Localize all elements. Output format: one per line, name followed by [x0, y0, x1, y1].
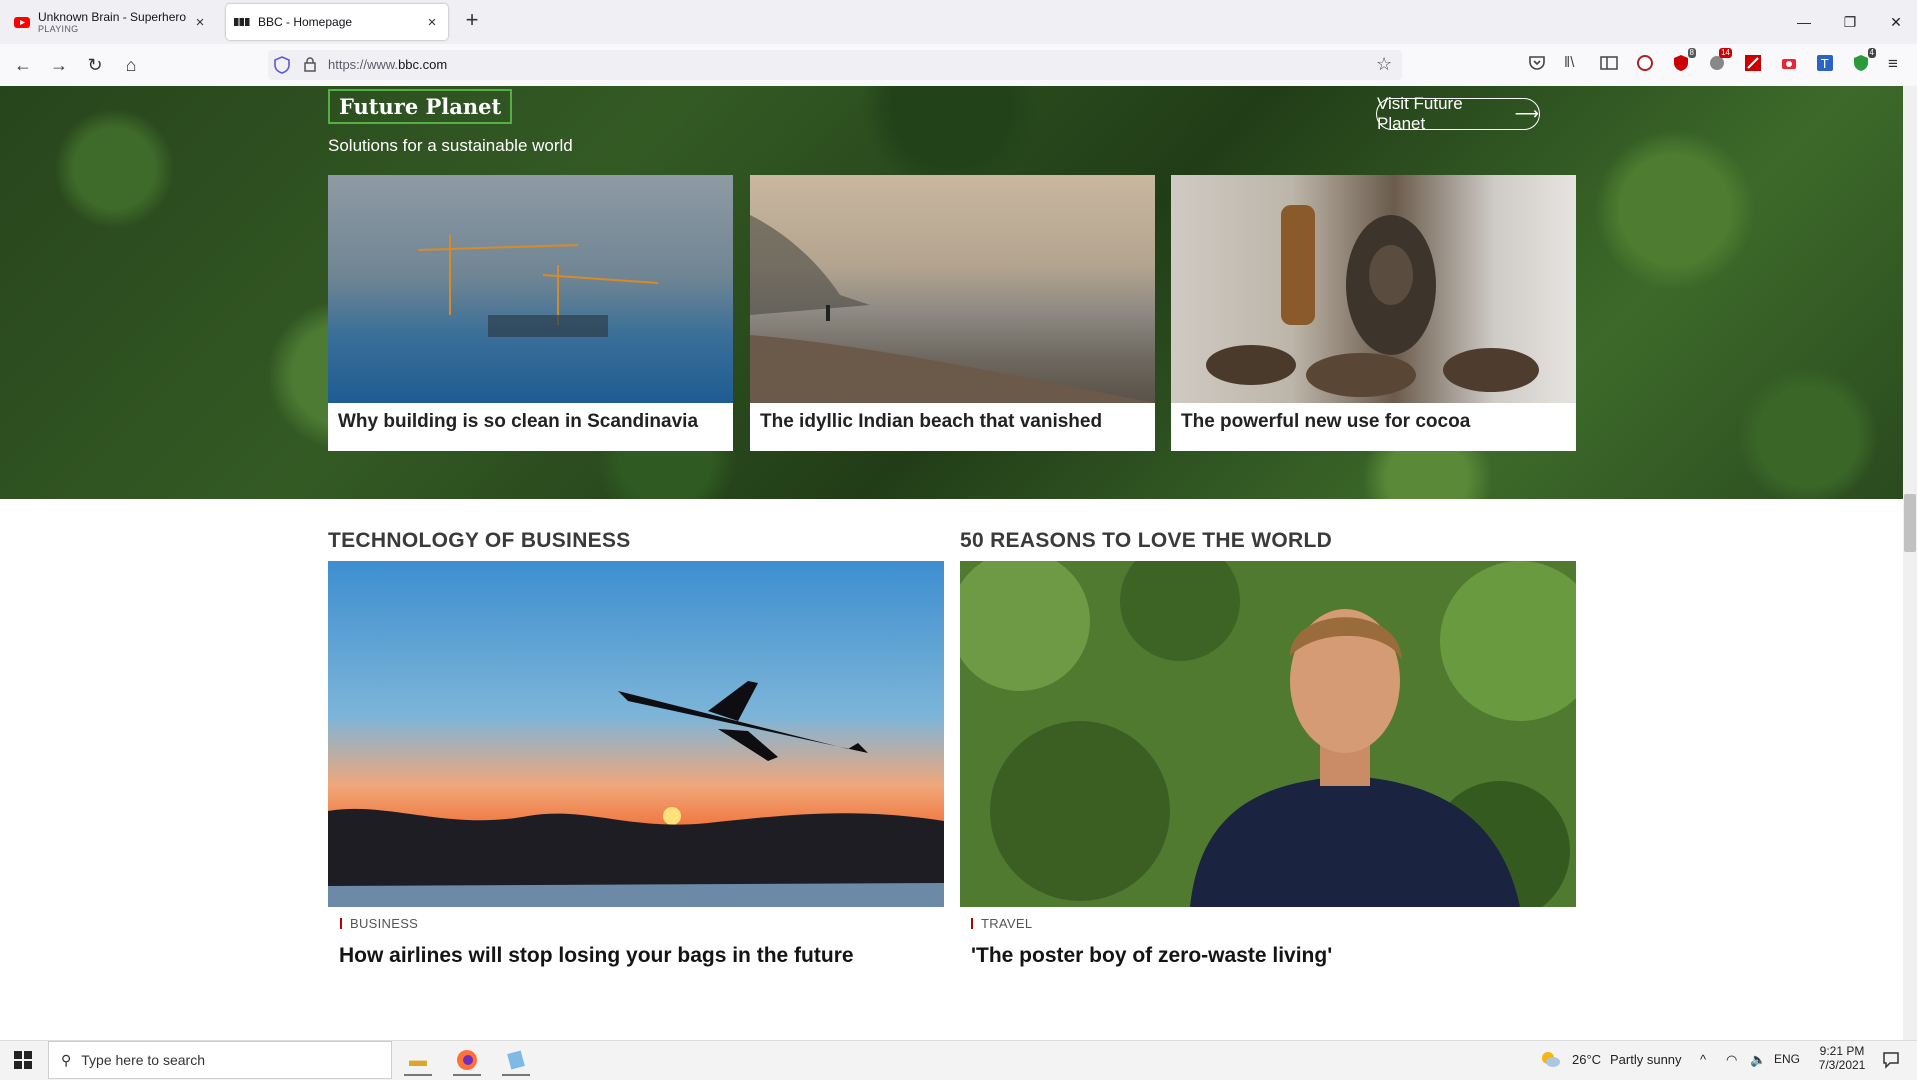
- active-indicator: [453, 1074, 481, 1076]
- restore-button[interactable]: ❐: [1838, 10, 1862, 34]
- airplane-sunset-image[interactable]: [328, 561, 944, 907]
- notepad-icon: [507, 1050, 525, 1070]
- clock-time: 9:21 PM: [1819, 1044, 1865, 1058]
- network-icon[interactable]: ◠: [1726, 1052, 1737, 1068]
- close-window-button[interactable]: ✕: [1884, 10, 1908, 34]
- scrollbar-thumb[interactable]: [1904, 494, 1916, 552]
- extension-pen-icon[interactable]: [1744, 54, 1762, 72]
- pocket-icon[interactable]: [1528, 54, 1546, 72]
- url-prefix: https://www.: [328, 57, 399, 72]
- tab-bbc[interactable]: BBC - Homepage ×: [226, 4, 448, 40]
- close-icon[interactable]: ×: [422, 14, 442, 31]
- future-planet-subtitle: Solutions for a sustainable world: [328, 136, 573, 155]
- notifications-icon[interactable]: [1882, 1051, 1900, 1074]
- bbc-icon: [234, 14, 250, 30]
- tag-marker: [340, 918, 342, 929]
- active-indicator: [502, 1074, 530, 1076]
- new-tab-button[interactable]: +: [460, 9, 484, 33]
- file-explorer-taskbar-button[interactable]: ▬: [400, 1044, 436, 1076]
- extension-badge: 8: [1687, 48, 1696, 58]
- man-portrait-image[interactable]: [950, 541, 1600, 921]
- extension-red-hat-icon[interactable]: [1636, 54, 1654, 72]
- tag-marker: [971, 918, 973, 929]
- translate-extension-icon[interactable]: T: [1816, 54, 1834, 72]
- story-caption[interactable]: The idyllic Indian beach that vanished: [760, 411, 1102, 433]
- section-title-reasons[interactable]: 50 REASONS TO LOVE THE WORLD: [960, 529, 1332, 553]
- folder-icon: ▬: [409, 1049, 427, 1070]
- story-caption[interactable]: The powerful new use for cocoa: [1181, 411, 1470, 433]
- youtube-icon: [14, 14, 30, 30]
- menu-icon[interactable]: ≡: [1888, 54, 1906, 73]
- story-caption[interactable]: Why building is so clean in Scandinavia: [338, 411, 698, 433]
- tab-subtitle: PLAYING: [38, 24, 79, 34]
- sidebar-icon[interactable]: [1600, 54, 1618, 72]
- story-headline[interactable]: How airlines will stop losing your bags …: [339, 944, 854, 968]
- reload-button[interactable]: ↻: [82, 52, 108, 78]
- tab-title: BBC - Homepage: [258, 15, 353, 29]
- privacy-badger-icon[interactable]: 14: [1708, 48, 1732, 72]
- svg-text:T: T: [1820, 57, 1829, 71]
- cocoa-display-image[interactable]: [1171, 175, 1576, 403]
- firefox-icon: [457, 1050, 477, 1070]
- volume-icon[interactable]: 🔈: [1750, 1052, 1766, 1068]
- shield-check-extension-icon[interactable]: 4: [1852, 48, 1876, 72]
- minimize-button[interactable]: —: [1792, 10, 1816, 34]
- back-button[interactable]: ←: [10, 52, 36, 78]
- page-content: Future Planet Solutions for a sustainabl…: [0, 86, 1903, 1040]
- shield-icon[interactable]: [274, 56, 290, 79]
- misty-beach-image[interactable]: [750, 175, 1155, 403]
- cranes-in-fog-image[interactable]: [328, 175, 733, 403]
- category-tag[interactable]: BUSINESS: [340, 916, 418, 931]
- arrow-right-icon: ⟶: [1514, 104, 1539, 123]
- search-icon: ⚲: [61, 1051, 72, 1068]
- weather-text[interactable]: Partly sunny: [1610, 1052, 1682, 1067]
- taskbar-search-box[interactable]: ⚲ Type here to search: [48, 1041, 392, 1079]
- story-headline[interactable]: 'The poster boy of zero-waste living': [971, 944, 1332, 968]
- category-tag[interactable]: TRAVEL: [971, 916, 1032, 931]
- home-button[interactable]: ⌂: [118, 52, 144, 78]
- search-placeholder: Type here to search: [81, 1052, 206, 1068]
- tag-label: BUSINESS: [350, 916, 419, 931]
- notepad-taskbar-button[interactable]: [498, 1044, 534, 1076]
- weather-temp[interactable]: 26°C: [1572, 1052, 1601, 1067]
- story-card[interactable]: The powerful new use for cocoa: [1171, 175, 1576, 451]
- chevron-up-icon[interactable]: ^: [1700, 1052, 1706, 1067]
- url-text[interactable]: https://www.bbc.com: [328, 57, 447, 72]
- screenshot-extension-icon[interactable]: [1780, 54, 1798, 72]
- section-title-technology[interactable]: TECHNOLOGY OF BUSINESS: [328, 529, 631, 553]
- story-card[interactable]: The idyllic Indian beach that vanished: [750, 175, 1155, 451]
- lock-icon[interactable]: [303, 56, 317, 77]
- ublock-icon[interactable]: 8: [1672, 48, 1696, 72]
- extension-badge: 4: [1867, 48, 1876, 58]
- extension-badge: 14: [1719, 48, 1732, 58]
- visit-label: Visit Future Planet: [1377, 94, 1463, 133]
- firefox-taskbar-button[interactable]: [449, 1044, 485, 1076]
- windows-start-icon[interactable]: [14, 1051, 32, 1074]
- tag-label: TRAVEL: [981, 916, 1033, 931]
- tab-title: Unknown Brain - Superhero (fe: [38, 10, 190, 24]
- bookmark-star-icon[interactable]: ☆: [1376, 54, 1392, 75]
- library-icon[interactable]: ‖\: [1564, 54, 1582, 72]
- visit-future-planet-button[interactable]: Visit Future Planet ⟶: [1376, 94, 1540, 133]
- clock-date: 7/3/2021: [1818, 1058, 1866, 1072]
- weather-partly-sunny-icon[interactable]: [1540, 1050, 1560, 1073]
- close-icon[interactable]: ×: [190, 14, 210, 31]
- page-scrollbar[interactable]: [1903, 86, 1917, 1040]
- active-indicator: [404, 1074, 432, 1076]
- url-domain: bbc.com: [398, 57, 448, 72]
- future-planet-logo[interactable]: Future Planet: [328, 89, 513, 124]
- story-card[interactable]: Why building is so clean in Scandinavia: [328, 175, 733, 451]
- language-indicator[interactable]: ENG: [1774, 1052, 1800, 1066]
- clock[interactable]: 9:21 PM 7/3/2021: [1812, 1044, 1872, 1072]
- tab-youtube[interactable]: Unknown Brain - Superhero (fe PLAYING ×: [6, 4, 216, 40]
- forward-button[interactable]: →: [46, 52, 72, 78]
